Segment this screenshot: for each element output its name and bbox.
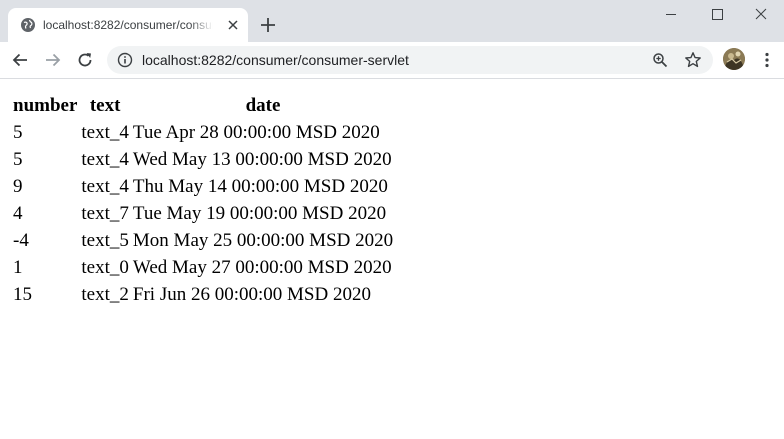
column-header-text: text <box>89 95 121 116</box>
cell-number: 1 <box>13 257 23 278</box>
table-row: 4 text_7 Tue May 19 00:00:00 MSD 2020 <box>12 201 394 226</box>
table-row: 1 text_0 Wed May 27 00:00:00 MSD 2020 <box>12 255 394 280</box>
tab-title: localhost:8282/consumer/consumer-servlet <box>43 17 213 33</box>
cell-date: Fri Jun 26 00:00:00 MSD 2020 <box>132 284 371 305</box>
cell-number: 4 <box>13 203 23 224</box>
cell-number: 5 <box>13 149 23 170</box>
globe-icon <box>21 18 35 32</box>
back-arrow-icon[interactable] <box>10 50 30 70</box>
table-header-row: number text date <box>12 93 394 118</box>
cell-text: text_4 <box>81 176 129 197</box>
avatar[interactable] <box>723 48 745 70</box>
star-icon[interactable] <box>684 51 702 69</box>
zoom-icon[interactable] <box>652 52 668 68</box>
plus-icon[interactable] <box>258 15 278 35</box>
cell-number: 15 <box>13 284 32 305</box>
tab-strip: localhost:8282/consumer/consumer-servlet <box>0 0 784 42</box>
table-row: 5 text_4 Wed May 13 00:00:00 MSD 2020 <box>12 147 394 172</box>
page-content: number text date 5 text_4 Tue Apr 28 00:… <box>0 79 784 439</box>
table-row: 9 text_4 Thu May 14 00:00:00 MSD 2020 <box>12 174 394 199</box>
cell-text: text_4 <box>81 122 129 143</box>
kebab-menu-icon[interactable] <box>757 50 777 70</box>
minimize-icon[interactable] <box>648 0 694 30</box>
cell-date: Tue Apr 28 00:00:00 MSD 2020 <box>132 122 380 143</box>
cell-date: Wed May 13 00:00:00 MSD 2020 <box>132 149 392 170</box>
table-row: 15 text_2 Fri Jun 26 00:00:00 MSD 2020 <box>12 282 394 307</box>
cell-text: text_2 <box>81 284 129 305</box>
column-header-date: date <box>245 95 281 116</box>
forward-arrow-icon[interactable] <box>43 50 63 70</box>
cell-number: 5 <box>13 122 23 143</box>
consumer-table: number text date 5 text_4 Tue Apr 28 00:… <box>10 91 396 309</box>
table-row: -4 text_5 Mon May 25 00:00:00 MSD 2020 <box>12 228 394 253</box>
cell-text: text_0 <box>81 257 129 278</box>
cell-date: Mon May 25 00:00:00 MSD 2020 <box>132 230 394 251</box>
column-header-number: number <box>13 95 78 116</box>
address-bar[interactable]: localhost:8282/consumer/consumer-servlet <box>107 46 713 74</box>
info-icon[interactable] <box>117 52 133 68</box>
browser-tab[interactable]: localhost:8282/consumer/consumer-servlet <box>8 8 248 42</box>
close-icon[interactable] <box>738 0 784 30</box>
maximize-icon[interactable] <box>694 0 740 30</box>
url-text: localhost:8282/consumer/consumer-servlet <box>142 52 409 68</box>
browser-toolbar: localhost:8282/consumer/consumer-servlet <box>0 42 784 79</box>
cell-date: Wed May 27 00:00:00 MSD 2020 <box>132 257 392 278</box>
cell-number: -4 <box>13 230 29 251</box>
close-icon[interactable] <box>225 17 241 33</box>
cell-text: text_7 <box>81 203 129 224</box>
cell-number: 9 <box>13 176 23 197</box>
cell-date: Tue May 19 00:00:00 MSD 2020 <box>132 203 387 224</box>
cell-text: text_4 <box>81 149 129 170</box>
cell-date: Thu May 14 00:00:00 MSD 2020 <box>132 176 388 197</box>
cell-text: text_5 <box>81 230 129 251</box>
table-row: 5 text_4 Tue Apr 28 00:00:00 MSD 2020 <box>12 120 394 145</box>
reload-icon[interactable] <box>75 50 95 70</box>
